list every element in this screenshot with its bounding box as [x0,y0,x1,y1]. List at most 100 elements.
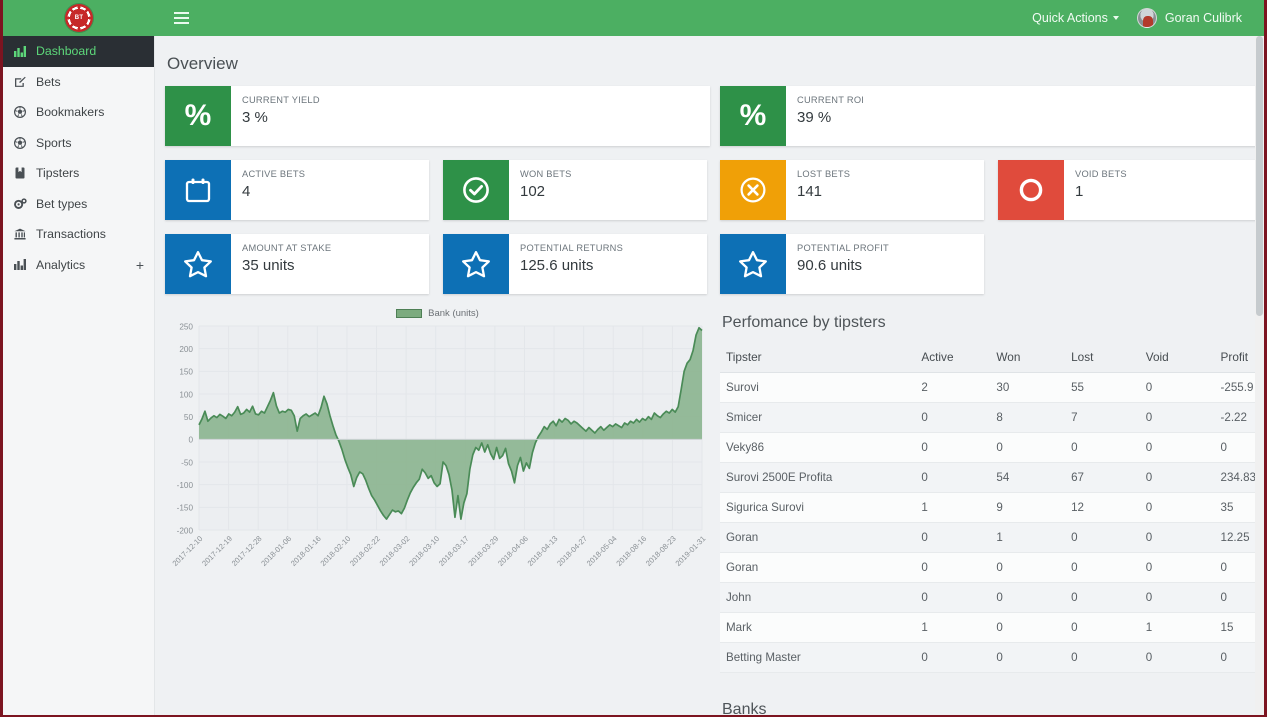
sidebar-item-label: Tipsters [36,166,80,181]
x-axis-tick-label: 2017-12-28 [230,534,264,568]
table-cell: 0 [1139,582,1215,613]
logo-monogram: BT [71,10,87,26]
app-logo[interactable]: BT [3,0,155,36]
sidebar-item-tipsters[interactable]: Tipsters [3,158,154,189]
y-axis-tick-label: 200 [179,345,193,354]
x-axis-tick-label: 2018-03-29 [466,534,500,568]
x-axis-tick-label: 2018-01-06 [259,534,293,568]
stat-card-won-bets[interactable]: WON BETS 102 [443,160,707,220]
stat-body: AMOUNT AT STAKE 35 units [231,234,341,294]
stat-card-current-roi[interactable]: % CURRENT ROI 39 % [720,86,1262,146]
stat-row-1-right: % CURRENT ROI 39 % [720,86,1262,146]
left-column: % CURRENT YIELD 3 % ACTIVE BETS 4 WON BE… [165,86,710,715]
circle-icon [998,160,1064,220]
stat-card-active-bets[interactable]: ACTIVE BETS 4 [165,160,429,220]
sidebar-item-sports[interactable]: Sports [3,128,154,159]
sidebar-item-label: Analytics [36,257,86,272]
stat-card-lost-bets[interactable]: LOST BETS 141 [720,160,984,220]
x-axis-tick-label: 2018-03-17 [437,534,471,568]
table-cell: John [720,582,916,613]
table-cell: 2 [915,372,991,403]
stat-value: 102 [520,183,546,200]
sidebar-item-analytics[interactable]: Analytics + [3,250,154,281]
table-header-row: Tipster Active Won Lost Void Profit [720,342,1262,373]
poker-chip-logo-icon: BT [65,4,93,32]
stat-row-3-right-spacer [998,234,1262,294]
table-cell: Mark [720,612,916,643]
table-row[interactable]: John 0 0 0 0 0 [720,582,1262,613]
stat-body: POTENTIAL RETURNS 125.6 units [509,234,633,294]
tipsters-table: Tipster Active Won Lost Void Profit Suro… [720,342,1262,673]
main-content: Overview % CURRENT YIELD 3 % ACTIVE BETS… [155,36,1264,715]
table-cell: 0 [990,582,1066,613]
x-axis-tick-label: 2018-08-16 [614,534,648,568]
y-axis-tick-label: -200 [177,526,194,535]
user-menu[interactable]: Goran Culibrk [1136,8,1242,28]
percent-icon: % [720,86,786,146]
table-row[interactable]: Goran 0 0 0 0 0 [720,552,1262,583]
stat-body: CURRENT YIELD 3 % [231,86,330,146]
quick-actions-dropdown[interactable]: Quick Actions [1032,11,1119,25]
table-cell: 0 [915,642,991,673]
table-cell: Goran [720,552,916,583]
stat-value: 35 units [242,257,295,274]
legend-swatch-icon [396,309,423,318]
table-row[interactable]: Veky86 0 0 0 0 0 [720,432,1262,463]
stat-card-potential-profit[interactable]: POTENTIAL PROFIT 90.6 units [720,234,984,294]
avatar [1136,8,1157,28]
table-cell: 12 [1065,492,1140,523]
table-row[interactable]: Mark 1 0 0 1 15 [720,612,1262,643]
stat-body: VOID BETS 1 [1064,160,1137,220]
table-cell: 0 [1139,402,1215,433]
chart-legend: Bank (units) [165,308,710,319]
plus-icon[interactable]: + [136,258,144,272]
sidebar-item-dashboard[interactable]: Dashboard [3,36,154,67]
table-row[interactable]: Betting Master 0 0 0 0 0 [720,642,1262,673]
y-axis-tick-label: 250 [179,322,193,331]
table-cell: Goran [720,522,916,553]
table-row[interactable]: Sigurica Surovi 1 9 12 0 35 [720,492,1262,523]
chevron-down-icon [1112,16,1119,20]
stat-card-current-yield[interactable]: % CURRENT YIELD 3 % [165,86,710,146]
y-axis-tick-label: 150 [179,368,193,377]
vertical-scrollbar[interactable] [1255,36,1264,715]
y-axis-tick-label: 100 [179,390,193,399]
table-cell: 0 [915,582,991,613]
table-cell: 0 [1065,522,1140,553]
table-row[interactable]: Goran 0 1 0 0 12.25 [720,522,1262,553]
hamburger-icon[interactable] [163,0,199,36]
sidebar-item-transactions[interactable]: Transactions [3,219,154,250]
y-axis-tick-label: -100 [177,481,194,490]
banks-section: Banks Bookmaker Deposits From bets Total… [720,695,1262,715]
tipsters-section: Perfomance by tipsters Tipster Active Wo… [720,308,1262,673]
table-row[interactable]: Surovi 2500E Profita 0 54 67 0 234.83 [720,462,1262,493]
table-row[interactable]: Surovi 2 30 55 0 -255.9 [720,372,1262,403]
hamburger-bar [173,22,189,24]
column-header-won: Won [990,342,1066,373]
x-axis-tick-label: 2017-12-10 [171,534,205,568]
stat-card-void-bets[interactable]: VOID BETS 1 [998,160,1262,220]
hamburger-bar [173,12,189,14]
stat-label: ACTIVE BETS [242,169,306,179]
x-axis-tick-label: 2018-04-27 [555,534,589,568]
x-axis-tick-label: 2018-02-22 [348,534,382,568]
table-row[interactable]: Smicer 0 8 7 0 -2.22 [720,402,1262,433]
table-cell: 0 [1139,492,1215,523]
sidebar-item-label: Bet types [36,196,88,211]
chart-plot-area[interactable]: 250 200 150 100 50 0 -50 -100 -150 -2002017-12-10… [165,322,710,574]
table-cell: 0 [1139,552,1215,583]
sidebar-item-bookmakers[interactable]: Bookmakers [3,97,154,128]
stat-label: CURRENT YIELD [242,95,320,105]
sidebar-item-bets[interactable]: Bets [3,67,154,98]
gears-icon [13,198,27,210]
scrollbar-thumb[interactable] [1256,36,1263,316]
sidebar-item-bet-types[interactable]: Bet types [3,189,154,220]
table-cell: 1 [1139,612,1215,643]
stat-card-amount-at-stake[interactable]: AMOUNT AT STAKE 35 units [165,234,429,294]
page-title: Overview [167,54,238,73]
stat-card-potential-returns[interactable]: POTENTIAL RETURNS 125.6 units [443,234,707,294]
stat-row-3-right: POTENTIAL PROFIT 90.6 units [720,234,1262,294]
x-axis-tick-label: 2018-04-06 [496,534,530,568]
stat-label: VOID BETS [1075,169,1127,179]
percent-glyph: % [184,99,212,132]
